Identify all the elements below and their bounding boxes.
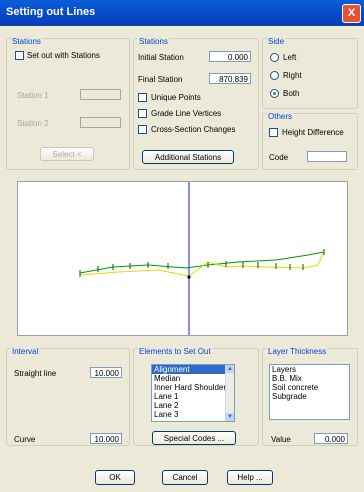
side-both-label: Both xyxy=(283,89,300,98)
list-item[interactable]: Subgrade xyxy=(270,392,349,401)
group-label: Side xyxy=(267,37,286,46)
code-label: Code xyxy=(269,153,289,162)
station1-label: Station 1 xyxy=(17,91,49,100)
list-item[interactable]: Lane 1 xyxy=(152,392,234,401)
others-group: Others Height Difference Code xyxy=(262,112,358,170)
height-difference-label: Height Difference xyxy=(282,128,344,137)
yellow-grade-line xyxy=(79,251,325,277)
station1-field[interactable] xyxy=(80,89,121,100)
scroll-up-icon[interactable]: ▲ xyxy=(226,365,234,373)
help-button[interactable]: Help ... xyxy=(227,470,273,485)
layers-listbox[interactable]: Layers B.B. Mix Soil concrete Subgrade xyxy=(269,364,350,420)
curve-field[interactable]: 10.000 xyxy=(90,433,122,444)
initial-station-label: Initial Station xyxy=(138,53,184,62)
set-out-with-stations-checkbox[interactable] xyxy=(15,51,24,60)
set-out-label: Set out with Stations xyxy=(27,51,100,60)
side-left-label: Left xyxy=(283,53,297,62)
list-item[interactable]: B.B. Mix xyxy=(270,374,349,383)
list-item[interactable]: Lane 3 xyxy=(152,410,234,419)
group-label: Others xyxy=(267,112,294,121)
preview-canvas xyxy=(79,182,325,335)
close-button[interactable]: X xyxy=(342,4,361,23)
elements-scrollbar[interactable]: ▲ ▼ xyxy=(225,365,234,421)
layer-value-field[interactable]: 0.000 xyxy=(314,433,348,444)
list-item[interactable]: Median xyxy=(152,374,234,383)
list-item[interactable]: Layers xyxy=(270,365,349,374)
cross-section-label: Cross-Section Changes xyxy=(151,125,236,134)
interval-group: Interval Straight line 10.000 Curve 10.0… xyxy=(6,347,130,446)
elements-listbox[interactable]: Alignment Median Inner Hard Shoulder Lan… xyxy=(151,364,235,422)
straight-line-label: Straight line xyxy=(14,369,57,378)
window-title: Setting out Lines xyxy=(6,6,96,18)
cancel-button[interactable]: Cancel xyxy=(162,470,208,485)
value-label: Value xyxy=(271,435,291,444)
cross-section-checkbox[interactable] xyxy=(138,125,147,134)
list-item[interactable]: Soil concrete xyxy=(270,383,349,392)
group-label: Layer Thickness xyxy=(267,347,328,356)
title-bar[interactable]: Setting out Lines X xyxy=(0,0,364,26)
group-label: Stations xyxy=(138,37,169,46)
group-label: Stations xyxy=(11,37,42,46)
stations-left-group: Stations Set out with Stations Station 1… xyxy=(6,37,130,170)
grade-line-checkbox[interactable] xyxy=(138,109,147,118)
side-both-radio[interactable] xyxy=(270,89,279,98)
ok-button[interactable]: OK xyxy=(95,470,135,485)
grade-line-label: Grade Line Vertices xyxy=(151,109,222,118)
unique-points-checkbox[interactable] xyxy=(138,93,147,102)
group-label: Elements to Set Out xyxy=(138,347,212,356)
list-item[interactable]: Inner Hard Shoulder xyxy=(152,383,234,392)
stations-mid-group: Stations Initial Station 0.000 Final Sta… xyxy=(133,37,259,170)
curve-label: Curve xyxy=(14,435,36,444)
station2-field[interactable] xyxy=(80,117,121,128)
final-station-field[interactable]: 870.839 xyxy=(209,73,251,84)
straight-line-field[interactable]: 10.000 xyxy=(90,367,122,378)
select-button[interactable]: Select < xyxy=(40,147,94,161)
current-station-marker xyxy=(187,275,191,279)
station-ticks xyxy=(79,249,325,277)
alignment-preview[interactable] xyxy=(17,181,348,336)
station2-label: Station 2 xyxy=(17,119,49,128)
height-difference-checkbox[interactable] xyxy=(269,128,278,137)
initial-station-field[interactable]: 0.000 xyxy=(209,51,251,62)
side-group: Side Left Right Both xyxy=(262,37,358,109)
special-codes-button[interactable]: Special Codes ... xyxy=(152,431,236,445)
group-label: Interval xyxy=(11,347,40,356)
side-left-radio[interactable] xyxy=(270,53,279,62)
green-alignment-line xyxy=(79,251,325,274)
unique-points-label: Unique Points xyxy=(151,93,201,102)
final-station-label: Final Station xyxy=(138,75,183,84)
side-right-radio[interactable] xyxy=(270,71,279,80)
elements-group: Elements to Set Out Alignment Median Inn… xyxy=(133,347,259,446)
list-item[interactable]: Lane 2 xyxy=(152,401,234,410)
list-item[interactable]: Alignment xyxy=(152,365,234,374)
dialog-window: Setting out Lines X Stations Set out wit… xyxy=(0,0,364,492)
scroll-down-icon[interactable]: ▼ xyxy=(226,413,234,421)
additional-stations-button[interactable]: Additional Stations xyxy=(142,150,234,164)
layer-thickness-group: Layer Thickness Layers B.B. Mix Soil con… xyxy=(262,347,358,446)
code-field[interactable] xyxy=(307,151,347,162)
side-right-label: Right xyxy=(283,71,302,80)
